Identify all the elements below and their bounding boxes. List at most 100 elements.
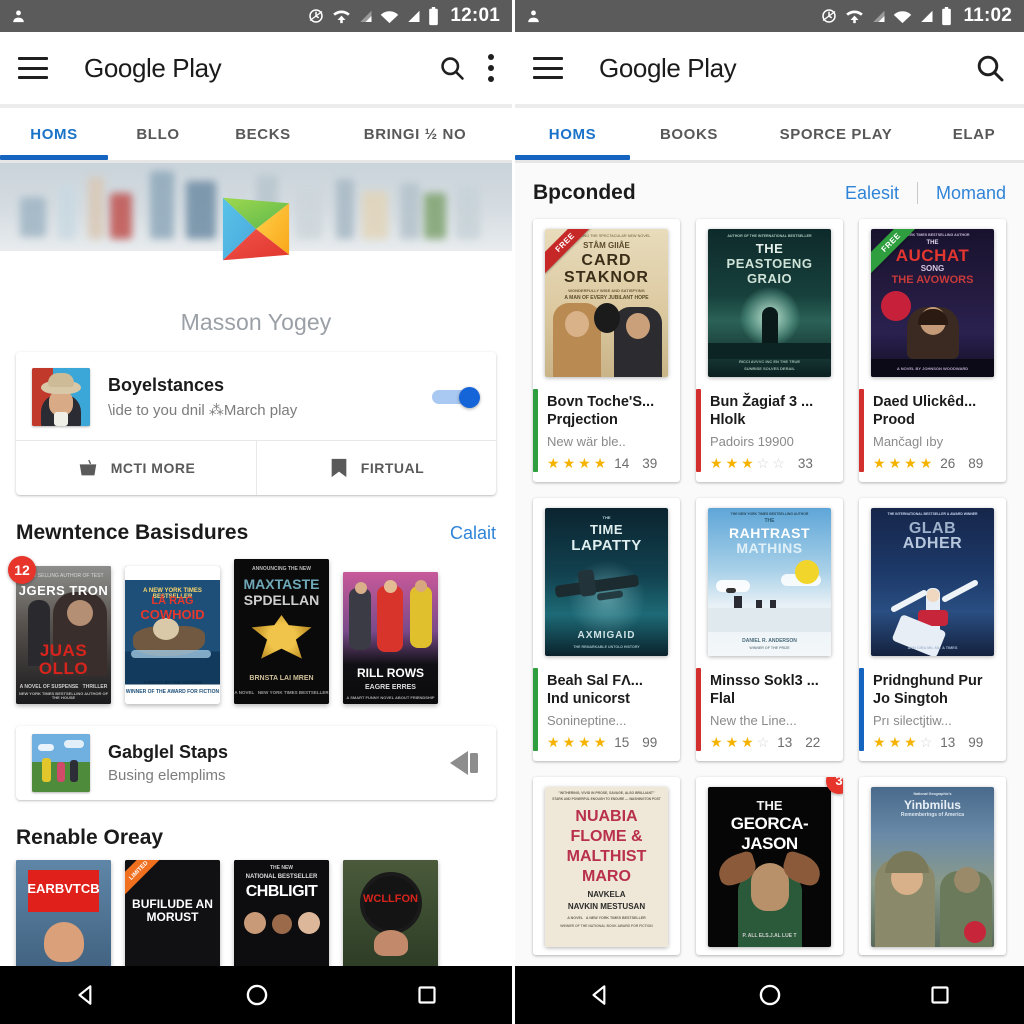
book-subtitle: New the Line... [710,713,797,729]
book-card-7[interactable]: 3 THE GEORCA- JASON P. ALL ELS.J.AL LUE … [696,776,843,955]
section-title: Mewntence Basisdures [16,521,249,544]
star-icon: ★ [562,455,576,472]
tab-0[interactable]: HOMS [0,108,108,160]
tab-label: HOMS [548,125,597,143]
section-link-0[interactable]: Ealesit [845,183,899,204]
book-card-0[interactable]: INTRODUCING THE SPECTACULAR NEW NOVEL ST… [533,219,680,482]
cover-line-2: COWHOID [140,607,205,622]
book-cover: NEW YORK TIMES BESTSELLING AUTHOR THE AU… [871,229,994,377]
bookmark-icon [329,457,349,479]
bottom-item-0[interactable]: EARBVTCB [16,860,111,980]
card-accent-bar [533,389,538,472]
book-card-3[interactable]: THE TIME LAPATTY AXMIGAID THE REMARKABLE… [533,497,680,761]
tab-3[interactable]: ELAP [924,108,1024,160]
android-nav-bar-left [0,966,512,1024]
tab-0[interactable]: HOMS [515,108,630,160]
book-subtitle: Sonineptine... [547,713,627,729]
recents-icon[interactable] [928,983,952,1007]
star-icon: ★ [547,455,560,472]
book-cover: AUTHOR OF THE INTERNATIONAL BESTSELLER T… [708,229,831,377]
shelf-item-1[interactable]: A NEW YORK TIMES BESTSELLER LÅ RAG COWHO… [125,566,220,704]
search-icon[interactable] [974,52,1006,84]
row-thumbnail [32,734,90,792]
rewind-icon[interactable] [446,748,480,778]
rating-count: 14 [614,455,630,471]
book-card-5[interactable]: THE INTERNATIONAL BESTSELLER & AWARD WIN… [859,497,1006,761]
cover-line-0: THE [756,797,783,813]
cover-line-2: LAPATTY [571,536,642,554]
tab-2[interactable]: BECKS [208,108,318,160]
rating-secondary: 99 [642,734,658,750]
star-icon: ☆ [772,455,785,472]
recents-icon[interactable] [415,983,439,1007]
section-title: Bpconded [533,181,636,204]
star-icon: ★ [904,734,917,751]
tab-1[interactable]: BLLO [108,108,208,160]
star-icon: ☆ [919,734,933,751]
row-subtitle: Busing elemplims [108,767,226,784]
book-card-4[interactable]: THE NEW YORK TIMES BESTSELLING AUTHOR TH… [696,497,843,761]
tab-1[interactable]: BOOKS [630,108,748,160]
bottom-item-3[interactable]: WCLLFON [343,860,438,980]
cover-line-0: Yinbmilus [904,797,961,812]
promo-action-more[interactable]: MCTI MORE [16,441,256,495]
shelf-item-0[interactable]: 12 BEST SELLING AUTHOR OF TEST JGERS TRO… [8,556,111,704]
tab-label: BLLO [136,125,180,143]
menu-icon[interactable] [533,57,563,79]
card-accent-bar [696,389,701,472]
left-content: Masson Yogey Boyelstances \ide to you dn… [0,163,512,1024]
section-link[interactable]: Calait [450,523,496,544]
back-icon[interactable] [73,982,99,1008]
book-cover: THE INTERNATIONAL BESTSELLER & AWARD WIN… [871,507,994,656]
menu-icon[interactable] [18,57,48,79]
section-title: Renable Oreay [16,826,164,849]
app-bar-right: Google Play [515,32,1024,104]
person-icon [10,8,27,25]
feature-row-card[interactable]: Gabglel Staps Busing elemplims [16,726,496,800]
signal-icon [358,8,373,24]
star-icon: ★ [888,734,902,751]
wifi-icon [380,8,399,24]
star-icon: ★ [873,455,886,472]
book-cover: THE GEORCA- JASON P. ALL ELS.J.AL LUE T [708,786,831,947]
book-card-8[interactable]: National Geographic's Yinbmilus Remember… [859,776,1006,955]
star-icon: ★ [710,455,723,472]
book-title: Bovn Toche'S... Prqjection [547,394,655,428]
card-accent-bar [859,667,864,751]
signal-icon [919,8,934,24]
tab-2[interactable]: SPORCE PLAY [748,108,924,160]
rating-secondary: 22 [805,734,821,750]
promo-toggle[interactable] [432,387,480,408]
home-icon[interactable] [757,982,783,1008]
bottom-item-1[interactable]: LIMITED BUFILUDE AN MORUST [125,860,220,980]
bottom-item-2[interactable]: THE NEW NATIONAL BESTSELLER CHBLIGIT [234,860,329,980]
book-cover: RILL ROWS EAGRE ERRES A SMART FUNNY NOVE… [343,572,438,704]
cover-line-2: STAKNOR [564,269,649,286]
book-title: Pridnghund Pur Jo Singtoh [873,672,983,707]
shelf-item-3[interactable]: RILL ROWS EAGRE ERRES A SMART FUNNY NOVE… [343,572,438,704]
promo-action-virtual[interactable]: FIRTUAL [256,441,496,495]
shelf-item-2[interactable]: ANNOUNCING THE NEW MAXTASTE SPDELLAN BRN… [234,559,329,704]
star-icon: ★ [578,455,591,472]
book-cover: WCLLFON [343,860,438,980]
tab-bar-left: HOMS BLLO BECKS BRINGI ½ NO [0,108,512,160]
book-card-6[interactable]: "WITHERING, VIVID IN PROSE, SAVAGE, ALSO… [533,776,680,955]
tab-3[interactable]: BRINGI ½ NO [318,108,512,160]
cover-label: WCLLFON [363,893,418,905]
book-card-1[interactable]: AUTHOR OF THE INTERNATIONAL BESTSELLER T… [696,219,843,482]
cover-line-2: EAGRE ERRES [365,683,416,691]
cover-line-2: SONG [920,264,945,273]
rating-row: ★ ★ ★ ☆ ☆ 33 [710,456,833,471]
battery-icon [941,6,952,26]
back-icon[interactable] [587,982,613,1008]
star-icon: ☆ [756,455,770,472]
home-icon[interactable] [244,982,270,1008]
section-header: Bpconded Ealesit Momand [515,163,1024,219]
overflow-menu-icon[interactable] [488,54,494,82]
book-card-2[interactable]: NEW YORK TIMES BESTSELLING AUTHOR THE AU… [859,219,1006,482]
section-link-1[interactable]: Momand [936,183,1006,204]
signal-icon [406,8,421,24]
search-icon[interactable] [438,54,466,82]
tab-label: HOMS [30,125,78,143]
cover-line-0: THE [755,241,784,256]
